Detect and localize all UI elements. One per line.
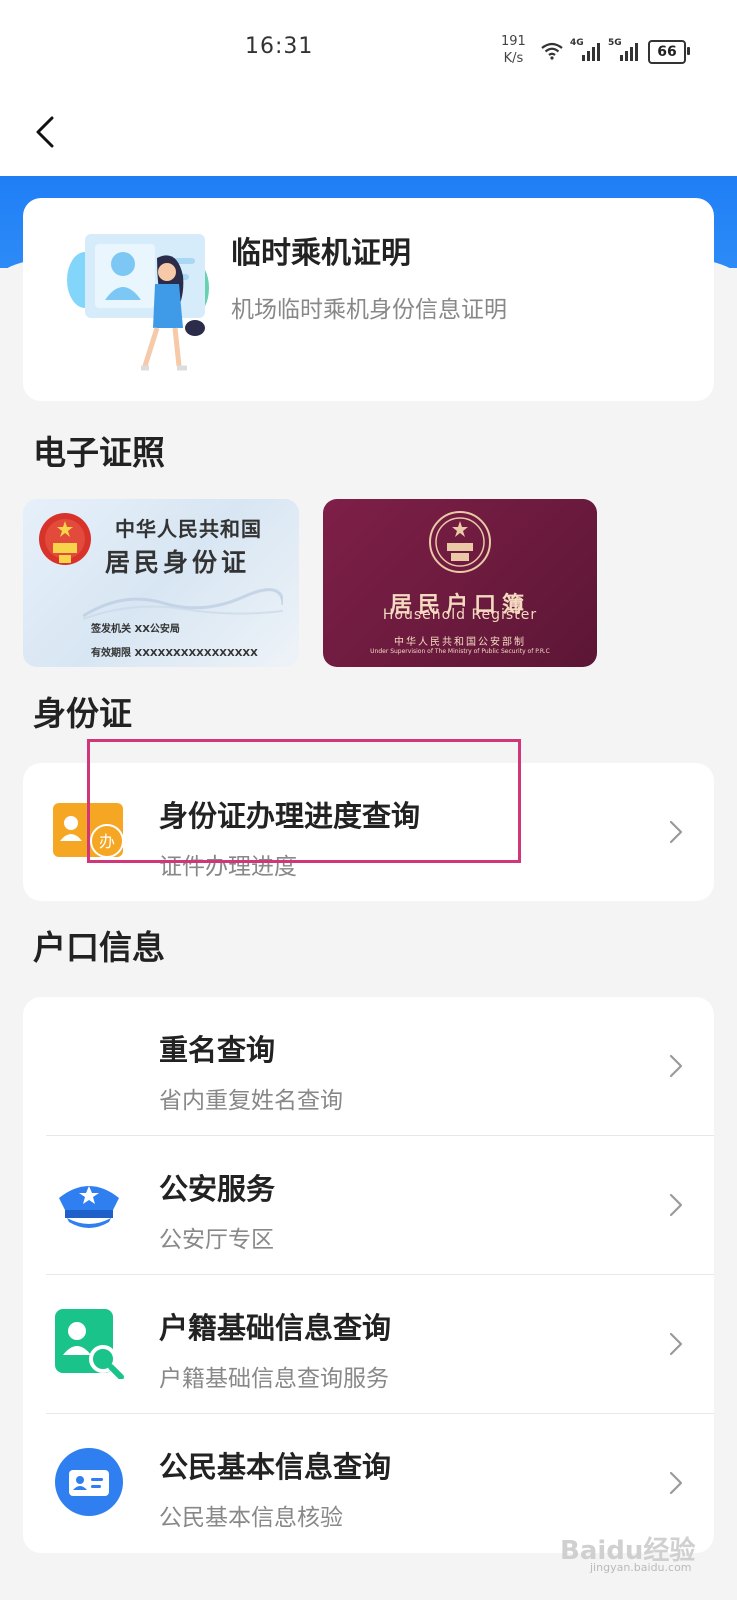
list-item-subtitle: 省内重复姓名查询 <box>159 1088 343 1114</box>
national-emblem-icon <box>39 513 91 565</box>
household-register-card[interactable]: 居民户口簿 Household Register 中华人民共和国公安部制 Und… <box>323 499 597 667</box>
list-item-title: 公民基本信息查询 <box>159 1450 392 1484</box>
household-register-title-en: Household Register <box>382 607 538 623</box>
resident-id-card[interactable]: 中华人民共和国 居民身份证 签发机关 XX公安局 有效期限 XXXXXXXXXX… <box>23 499 299 667</box>
wifi-icon <box>541 42 563 60</box>
household-register-issuer-cn: 中华人民共和国公安部制 <box>394 637 526 648</box>
status-bar: 16:31 191 K/s 4G 5G 66 <box>0 0 737 100</box>
chevron-left-icon <box>36 116 54 148</box>
great-wall-watermark-icon <box>83 588 283 620</box>
boarding-illustration-icon <box>67 234 209 371</box>
section-title-hukou: 户口信息 <box>33 928 165 967</box>
national-emblem-gold-icon <box>429 511 491 573</box>
list-item-subtitle: 户籍基础信息查询服务 <box>159 1366 389 1392</box>
network-speed-unit: K/s <box>503 51 524 66</box>
id-card-issuer: 签发机关 XX公安局 <box>91 624 180 635</box>
list-item-duplicate-name[interactable]: 重名查询 省内重复姓名查询 <box>23 997 714 1135</box>
chevron-right-icon <box>669 820 683 844</box>
id-card-icon <box>55 1448 123 1516</box>
promo-title: 临时乘机证明 <box>231 236 411 271</box>
chevron-right-icon <box>669 1193 683 1217</box>
list-item-police-service[interactable]: 公安服务 公安厅专区 <box>23 1136 714 1274</box>
id-card-validity: 有效期限 XXXXXXXXXXXXXXXX <box>91 648 258 659</box>
battery-icon: 66 <box>648 40 690 64</box>
back-button[interactable] <box>30 110 70 160</box>
list-item-subtitle: 公民基本信息核验 <box>159 1505 343 1531</box>
chevron-right-icon <box>669 1471 683 1495</box>
network-speed: 191 K/s <box>501 33 526 67</box>
temporary-boarding-card[interactable]: 临时乘机证明 机场临时乘机身份信息证明 <box>23 198 714 401</box>
baidu-watermark-url: jingyan.baidu.com <box>590 1561 692 1574</box>
list-item-title: 重名查询 <box>159 1033 276 1067</box>
id-card-title: 居民身份证 <box>105 548 251 577</box>
list-item-household-basic-info[interactable]: 户籍基础信息查询 户籍基础信息查询服务 <box>23 1275 714 1413</box>
police-cap-icon <box>59 1186 119 1228</box>
promo-subtitle: 机场临时乘机身份信息证明 <box>231 297 507 323</box>
chevron-right-icon <box>669 1332 683 1356</box>
id-card-country: 中华人民共和国 <box>115 517 262 541</box>
highlight-box <box>87 739 521 863</box>
chevron-right-icon <box>669 1054 683 1078</box>
list-item-title: 公安服务 <box>159 1172 276 1206</box>
section-title-id: 身份证 <box>33 694 132 733</box>
hukou-list: 重名查询 省内重复姓名查询 公安服务 公安厅专区 户籍基础信息查询 户籍基础信息… <box>23 997 714 1553</box>
person-search-icon <box>55 1309 124 1379</box>
signal-5g-icon: 5G <box>608 38 640 62</box>
section-title-e-license: 电子证照 <box>33 433 165 472</box>
household-register-issuer-en: Under Supervision of The Ministry of Pub… <box>370 648 550 655</box>
signal-4g-icon: 4G <box>570 38 602 62</box>
list-item-title: 户籍基础信息查询 <box>159 1311 392 1345</box>
network-speed-value: 191 <box>501 34 526 49</box>
status-time: 16:31 <box>245 34 314 59</box>
list-item-subtitle: 公安厅专区 <box>159 1227 274 1253</box>
status-icons: 4G 5G <box>540 38 640 64</box>
page-header <box>0 100 737 176</box>
